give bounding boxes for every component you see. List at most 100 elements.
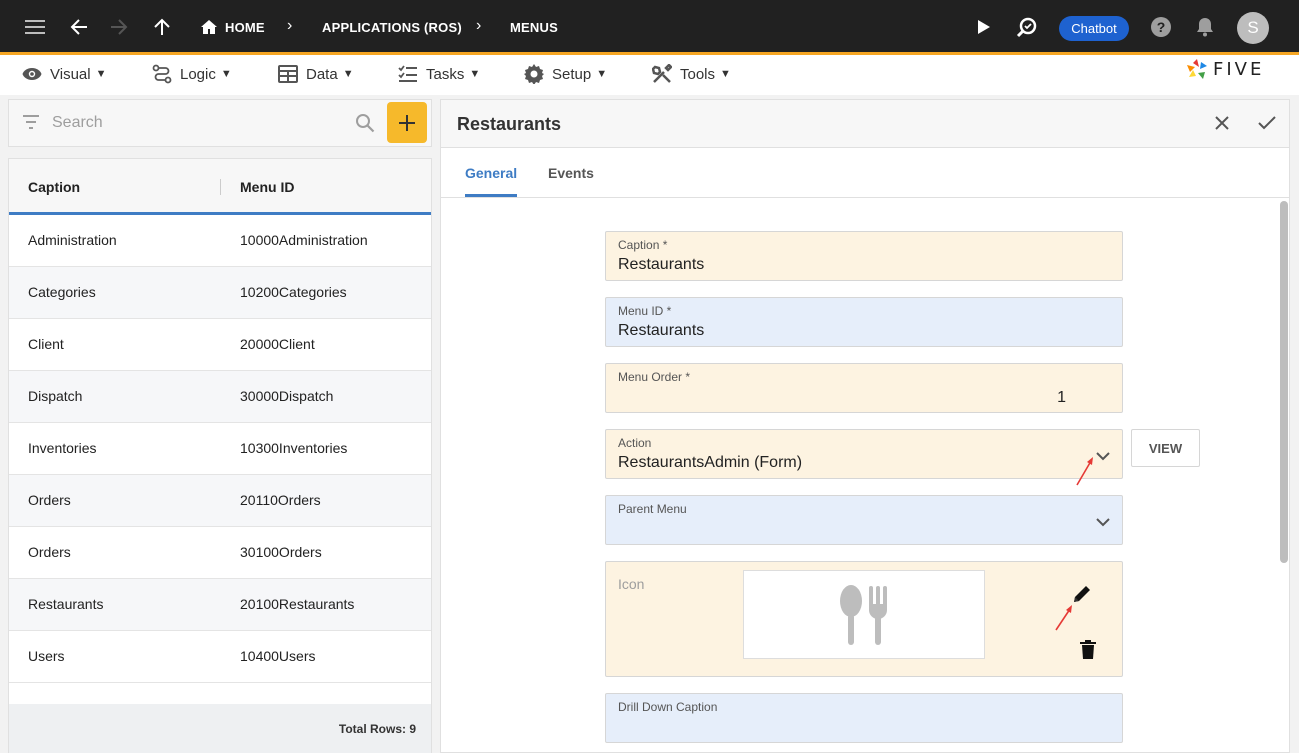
save-check-icon[interactable] bbox=[1257, 114, 1277, 137]
cell-caption: Categories bbox=[28, 284, 96, 300]
play-icon[interactable] bbox=[973, 16, 995, 38]
record-form: Restaurants General Events Caption * Res… bbox=[440, 99, 1290, 753]
menu-tasks-label: Tasks bbox=[426, 65, 465, 83]
tab-events[interactable]: Events bbox=[548, 165, 594, 181]
home-icon[interactable] bbox=[198, 16, 220, 38]
forward-arrow-icon[interactable] bbox=[108, 16, 130, 38]
menu-visual-label: Visual bbox=[50, 65, 91, 83]
menu-data[interactable]: Data ▼ bbox=[278, 64, 354, 84]
notifications-bell-icon[interactable] bbox=[1194, 16, 1216, 38]
menu-tools[interactable]: Tools ▼ bbox=[652, 64, 731, 84]
breadcrumb-home[interactable]: HOME bbox=[225, 20, 265, 35]
cell-menu-id: 20110Orders bbox=[240, 492, 321, 508]
delete-trash-icon[interactable] bbox=[1080, 640, 1096, 664]
icon-preview bbox=[743, 570, 985, 659]
menus-list: Caption Menu ID Administration 10000Admin… bbox=[8, 158, 432, 753]
menu-bar: Visual ▼ Logic ▼ Data ▼ Tasks ▼ Setup ▼ Tools… bbox=[0, 55, 1299, 95]
drill-down-caption-field[interactable]: Drill Down Caption bbox=[605, 693, 1123, 743]
menu-setup[interactable]: Setup ▼ bbox=[524, 64, 607, 84]
annotation-arrow-icon bbox=[1055, 605, 1072, 631]
logo-text: FIVE bbox=[1213, 58, 1265, 80]
table-row[interactable]: Orders 30100Orders bbox=[9, 527, 431, 579]
table-row[interactable]: Categories 10200Categories bbox=[9, 267, 431, 319]
menu-tools-label: Tools bbox=[680, 65, 716, 83]
form-title: Restaurants bbox=[457, 114, 562, 134]
form-header: Restaurants bbox=[441, 100, 1289, 148]
back-arrow-icon[interactable] bbox=[68, 16, 90, 38]
menu-visual[interactable]: Visual ▼ bbox=[22, 64, 106, 84]
menu-order-field-label: Menu Order * bbox=[618, 370, 691, 384]
menu-id-field-label: Menu ID * bbox=[618, 304, 672, 318]
caption-field-value: Restaurants bbox=[618, 256, 705, 273]
gear-icon bbox=[524, 64, 544, 84]
table-row[interactable]: Users 10400Users bbox=[9, 631, 431, 683]
user-avatar[interactable]: S bbox=[1237, 12, 1269, 44]
cell-caption: Client bbox=[28, 336, 64, 352]
search-icon[interactable] bbox=[355, 113, 375, 138]
close-icon[interactable] bbox=[1213, 114, 1231, 137]
breadcrumb-applications[interactable]: APPLICATIONS (ROS) bbox=[322, 20, 462, 35]
table-row[interactable]: Inventories 10300Inventories bbox=[9, 423, 431, 475]
cell-menu-id: 10000Administration bbox=[240, 232, 368, 248]
menu-id-field[interactable]: Menu ID * Restaurants bbox=[605, 297, 1123, 347]
table-row[interactable]: Orders 20110Orders bbox=[9, 475, 431, 527]
table-icon bbox=[278, 65, 298, 83]
caret-down-icon: ▼ bbox=[469, 68, 481, 80]
table-row[interactable]: Dispatch 30000Dispatch bbox=[9, 371, 431, 423]
cell-caption: Inventories bbox=[28, 440, 97, 456]
menu-order-field[interactable]: Menu Order * 1 bbox=[605, 363, 1123, 413]
cell-caption: Orders bbox=[28, 544, 71, 560]
menu-tasks[interactable]: Tasks ▼ bbox=[398, 64, 480, 84]
table-row[interactable]: Client 20000Client bbox=[9, 319, 431, 371]
svg-text:?: ? bbox=[1157, 19, 1166, 35]
parent-menu-select[interactable]: Parent Menu bbox=[605, 495, 1123, 545]
filter-icon[interactable] bbox=[21, 113, 41, 136]
logic-icon bbox=[152, 64, 172, 84]
menu-data-label: Data bbox=[306, 65, 338, 83]
menu-id-field-value: Restaurants bbox=[618, 322, 705, 339]
cell-menu-id: 20100Restaurants bbox=[240, 596, 355, 612]
caption-field[interactable]: Caption * Restaurants bbox=[605, 231, 1123, 281]
view-button[interactable]: VIEW bbox=[1131, 429, 1200, 467]
fork-spoon-icon bbox=[840, 584, 887, 645]
tasks-icon bbox=[398, 65, 417, 82]
menu-setup-label: Setup bbox=[552, 65, 592, 83]
caret-down-icon: ▼ bbox=[342, 68, 354, 80]
find-icon[interactable] bbox=[1016, 16, 1038, 38]
column-header-menu-id[interactable]: Menu ID bbox=[240, 179, 294, 195]
chatbot-button[interactable]: Chatbot bbox=[1059, 16, 1129, 41]
parent-menu-select-label: Parent Menu bbox=[618, 502, 687, 516]
chevron-down-icon[interactable] bbox=[1096, 448, 1110, 466]
cell-caption: Administration bbox=[28, 232, 117, 248]
menu-logic[interactable]: Logic ▼ bbox=[152, 64, 232, 84]
cell-menu-id: 10200Categories bbox=[240, 284, 347, 300]
breadcrumb-menus[interactable]: MENUS bbox=[510, 20, 558, 35]
cell-caption: Users bbox=[28, 648, 65, 664]
column-header-caption[interactable]: Caption bbox=[28, 179, 80, 195]
hamburger-menu-icon[interactable] bbox=[24, 16, 46, 38]
tab-general[interactable]: General bbox=[465, 165, 517, 181]
top-app-bar: HOME › APPLICATIONS (ROS) › MENUS Chatbo… bbox=[0, 0, 1299, 55]
icon-field: Icon bbox=[605, 561, 1123, 677]
help-icon[interactable]: ? bbox=[1150, 16, 1172, 38]
action-select[interactable]: Action RestaurantsAdmin (Form) bbox=[605, 429, 1123, 486]
cell-menu-id: 10400Users bbox=[240, 648, 316, 664]
list-footer: Total Rows: 9 bbox=[9, 704, 431, 753]
edit-pencil-icon[interactable] bbox=[1072, 584, 1092, 609]
caption-field-label: Caption * bbox=[618, 238, 668, 252]
search-input[interactable]: Search bbox=[52, 114, 103, 132]
form-scrollbar[interactable] bbox=[1280, 201, 1288, 563]
cell-caption: Dispatch bbox=[28, 388, 83, 404]
menu-logic-label: Logic bbox=[180, 65, 216, 83]
table-row-selected[interactable]: Restaurants 20100Restaurants bbox=[9, 579, 431, 631]
caret-down-icon: ▼ bbox=[220, 68, 232, 80]
caret-down-icon: ▼ bbox=[95, 68, 107, 80]
chevron-down-icon[interactable] bbox=[1096, 514, 1110, 532]
cell-menu-id: 30100Orders bbox=[240, 544, 322, 560]
up-arrow-icon[interactable] bbox=[151, 16, 173, 38]
menu-order-field-value: 1 bbox=[1057, 389, 1066, 406]
table-row[interactable]: Administration 10000Administration bbox=[9, 215, 431, 267]
action-select-value: RestaurantsAdmin (Form) bbox=[618, 454, 803, 471]
icon-field-label: Icon bbox=[618, 576, 645, 592]
add-record-button[interactable] bbox=[387, 102, 427, 143]
